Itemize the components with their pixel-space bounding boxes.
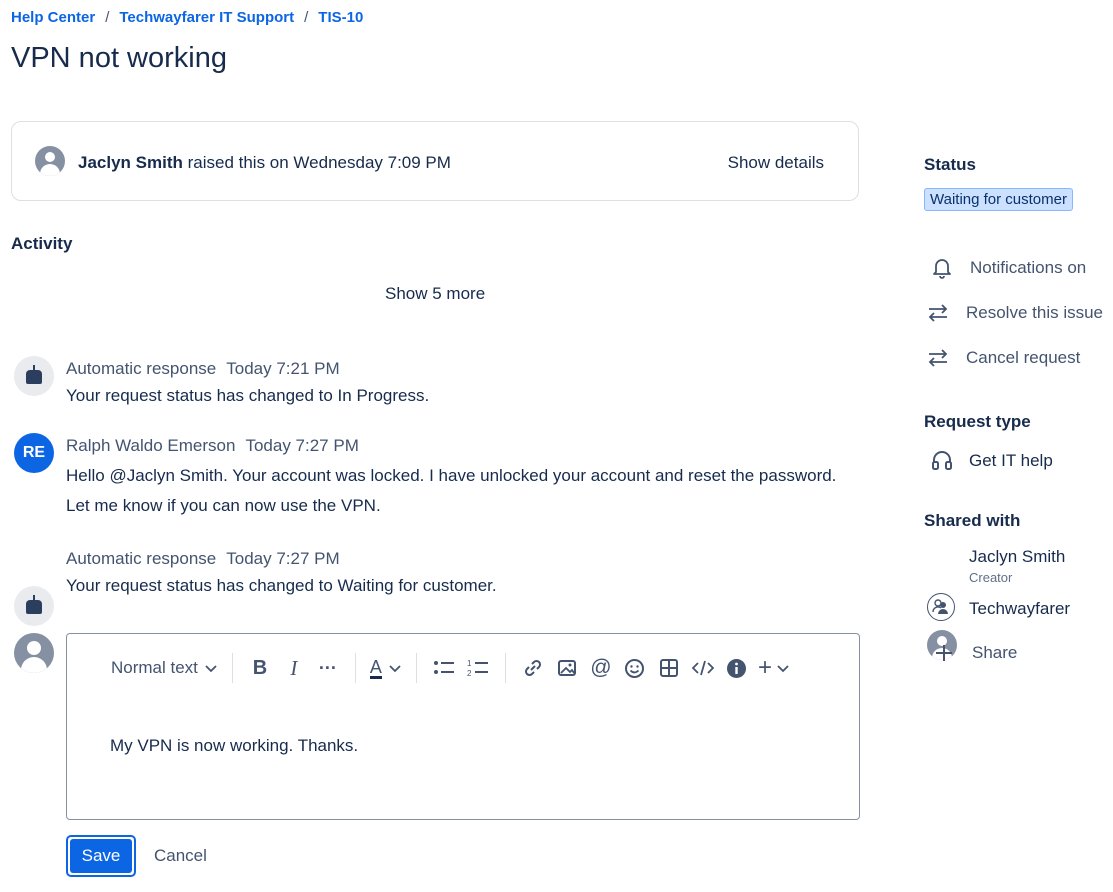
page-title: VPN not working bbox=[11, 42, 227, 74]
bold-icon[interactable]: B bbox=[247, 654, 273, 682]
chevron-down-icon bbox=[389, 665, 401, 673]
status-badge: Waiting for customer bbox=[924, 188, 1073, 211]
numbered-list-icon[interactable]: 12 bbox=[465, 654, 491, 682]
entry-author: Automatic response bbox=[66, 549, 217, 568]
plus-icon: + bbox=[757, 654, 772, 681]
transition-icon bbox=[926, 301, 950, 325]
info-icon[interactable] bbox=[724, 654, 750, 682]
italic-icon[interactable]: I bbox=[281, 654, 307, 682]
cancel-button[interactable]: Cancel bbox=[154, 846, 207, 866]
share-button[interactable]: Share bbox=[932, 641, 1017, 665]
notifications-toggle[interactable]: Notifications on bbox=[930, 256, 1086, 280]
text-color-icon: A bbox=[369, 656, 382, 679]
entry-body: Your request status has changed to In Pr… bbox=[66, 386, 430, 405]
raised-summary: Jaclyn Smith raised this on Wednesday 7:… bbox=[78, 153, 451, 173]
request-type: Get IT help bbox=[930, 449, 1053, 473]
image-icon[interactable] bbox=[554, 654, 580, 682]
shared-user-name: Jaclyn Smith bbox=[969, 547, 1066, 566]
notifications-label: Notifications on bbox=[970, 258, 1087, 277]
bot-avatar bbox=[14, 356, 54, 396]
insert-more-dropdown[interactable]: + bbox=[758, 654, 790, 682]
entry-author: Automatic response bbox=[66, 359, 217, 378]
editor-toolbar: Normal text B I ··· A 12 @ + bbox=[107, 653, 794, 683]
svg-text:2: 2 bbox=[467, 669, 472, 678]
mention-icon[interactable]: @ bbox=[588, 654, 614, 682]
svg-text:1: 1 bbox=[467, 659, 472, 668]
reply-editor: Normal text B I ··· A 12 @ + My VPN is n… bbox=[66, 633, 860, 820]
transition-icon bbox=[926, 346, 950, 370]
breadcrumb-service-desk[interactable]: Techwayfarer IT Support bbox=[119, 9, 294, 26]
share-label: Share bbox=[972, 643, 1018, 662]
shared-with-heading: Shared with bbox=[924, 511, 1021, 530]
link-icon[interactable] bbox=[520, 654, 546, 682]
raised-card: Jaclyn Smith raised this on Wednesday 7:… bbox=[11, 121, 859, 201]
entry-body-line: Let me know if you can now use the VPN. bbox=[66, 496, 381, 515]
activity-entry: Automatic response Today 7:27 PM Your req… bbox=[66, 549, 497, 601]
activity-entry: Ralph Waldo Emerson Today 7:27 PM Hello @… bbox=[66, 436, 836, 521]
plus-icon bbox=[932, 641, 956, 665]
shared-organization: Techwayfarer bbox=[969, 599, 1071, 618]
breadcrumb-issue-key[interactable]: TIS-10 bbox=[318, 9, 363, 26]
shared-user-role: Creator bbox=[969, 570, 1013, 585]
entry-time: Today 7:27 PM bbox=[245, 436, 359, 455]
raised-text: raised this on Wednesday 7:09 PM bbox=[182, 153, 451, 172]
bot-avatar bbox=[14, 586, 54, 626]
entry-body-line: Hello @Jaclyn Smith. Your account was lo… bbox=[66, 466, 837, 485]
editor-content[interactable]: My VPN is now working. Thanks. bbox=[110, 736, 358, 756]
request-type-heading: Request type bbox=[924, 412, 1031, 431]
resolve-issue-button[interactable]: Resolve this issue bbox=[926, 301, 1103, 325]
reporter-name[interactable]: Jaclyn Smith bbox=[78, 153, 183, 172]
activity-entry: Automatic response Today 7:21 PM Your req… bbox=[66, 359, 429, 411]
table-icon[interactable] bbox=[656, 654, 682, 682]
request-type-label: Get IT help bbox=[969, 451, 1053, 470]
breadcrumb-help-center[interactable]: Help Center bbox=[11, 9, 95, 26]
chevron-down-icon bbox=[777, 665, 789, 673]
save-button[interactable]: Save bbox=[66, 835, 136, 877]
cancel-request-button[interactable]: Cancel request bbox=[926, 346, 1080, 370]
entry-author: Ralph Waldo Emerson bbox=[66, 436, 236, 455]
organization-icon bbox=[927, 593, 955, 621]
breadcrumb-separator: / bbox=[304, 9, 309, 26]
entry-time: Today 7:21 PM bbox=[226, 359, 340, 378]
show-more-button[interactable]: Show 5 more bbox=[385, 284, 485, 304]
resolve-label: Resolve this issue bbox=[966, 303, 1104, 322]
current-user-avatar bbox=[14, 633, 54, 673]
text-style-label: Normal text bbox=[111, 658, 198, 677]
agent-avatar: RE bbox=[14, 433, 54, 473]
shared-user: Jaclyn Smith Creator bbox=[969, 547, 1065, 585]
text-style-dropdown[interactable]: Normal text bbox=[111, 654, 218, 682]
breadcrumb-separator: / bbox=[105, 9, 110, 26]
save-label: Save bbox=[70, 839, 132, 873]
reporter-avatar bbox=[35, 146, 65, 176]
code-icon[interactable] bbox=[690, 654, 716, 682]
chevron-down-icon bbox=[205, 665, 217, 673]
headset-icon bbox=[930, 449, 954, 473]
more-formatting-icon[interactable]: ··· bbox=[315, 654, 341, 682]
bullet-list-icon[interactable] bbox=[431, 654, 457, 682]
status-heading: Status bbox=[924, 155, 976, 174]
entry-time: Today 7:27 PM bbox=[226, 549, 340, 568]
show-details-button[interactable]: Show details bbox=[728, 153, 824, 173]
entry-body: Your request status has changed to Waiti… bbox=[66, 576, 497, 595]
breadcrumb: Help Center / Techwayfarer IT Support / … bbox=[11, 9, 363, 26]
text-color-dropdown[interactable]: A bbox=[369, 654, 402, 682]
cancel-request-label: Cancel request bbox=[966, 348, 1081, 367]
bell-icon bbox=[930, 256, 954, 280]
emoji-icon[interactable] bbox=[622, 654, 648, 682]
activity-heading: Activity bbox=[11, 234, 73, 253]
